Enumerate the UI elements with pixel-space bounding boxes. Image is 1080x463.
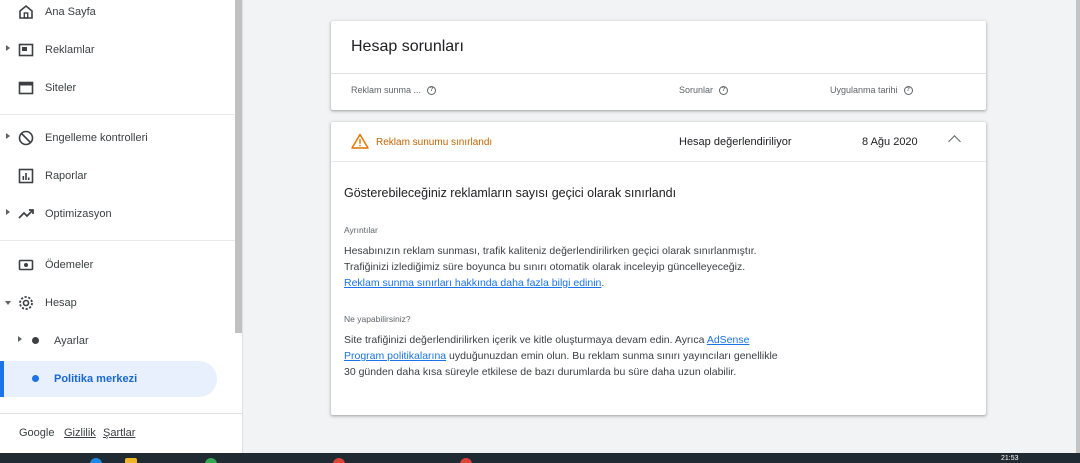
header-divider <box>331 73 986 74</box>
sidebar-divider <box>0 240 242 241</box>
sidebar-item-label: Politika merkezi <box>54 373 138 385</box>
column-header-label: Sorunlar <box>679 85 714 95</box>
taskbar-app-icon[interactable] <box>90 458 102 463</box>
page-scrollbar[interactable] <box>1076 0 1080 453</box>
bullet-icon <box>32 375 39 382</box>
sidebar-item-policy-center[interactable]: Politika merkezi <box>0 361 217 397</box>
column-header-label: Reklam sunma ... <box>351 85 422 95</box>
bullet-icon <box>32 337 39 344</box>
optimization-icon <box>18 209 34 219</box>
issue-title: Gösterebileceğiniz reklamların sayısı ge… <box>344 186 677 200</box>
expand-caret-icon[interactable] <box>6 45 10 51</box>
sidebar-item-label: Siteler <box>45 82 77 94</box>
column-header-ad-serving[interactable]: Reklam sunma ... ? <box>351 85 437 95</box>
details-suffix: . <box>601 277 605 289</box>
google-wordmark: Google <box>19 427 55 439</box>
sidebar-item-optimization[interactable]: Optimizasyon <box>0 196 242 232</box>
expand-caret-icon[interactable] <box>6 209 10 215</box>
sidebar-item-label: Reklamlar <box>45 44 95 56</box>
issue-date: 8 Ağu 2020 <box>862 136 918 148</box>
warning-icon <box>351 133 369 149</box>
column-header-enforcement-date[interactable]: Uygulanma tarihi ? <box>830 85 913 95</box>
issue-name: Hesap değerlendiriliyor <box>679 136 792 148</box>
sidebar-item-label: Engelleme kontrolleri <box>45 132 148 144</box>
taskbar-folder-icon[interactable] <box>125 458 137 463</box>
details-line: Hesabınızın reklam sunması, trafik kalit… <box>344 245 757 257</box>
sidebar-item-label: Ödemeler <box>45 259 94 271</box>
details-label: Ayrıntılar <box>344 225 378 235</box>
terms-link[interactable]: Şartlar <box>103 427 135 439</box>
payments-icon <box>18 259 34 271</box>
ads-icon <box>18 43 34 57</box>
collapse-caret-icon[interactable] <box>5 301 11 305</box>
os-taskbar: 21:53 <box>0 453 1080 463</box>
privacy-link[interactable]: Gizlilik <box>64 427 96 439</box>
sidebar-item-label: Ana Sayfa <box>45 6 96 18</box>
active-indicator <box>0 361 4 397</box>
column-header-label: Uygulanma tarihi <box>830 85 898 95</box>
help-icon[interactable]: ? <box>719 85 729 95</box>
reports-icon <box>18 168 34 184</box>
expand-caret-icon[interactable] <box>18 336 22 342</box>
sidebar-item-account[interactable]: Hesap <box>0 285 242 321</box>
sites-icon <box>18 81 34 95</box>
sidebar-item-reports[interactable]: Raporlar <box>0 158 242 194</box>
sidebar-item-label: Raporlar <box>45 170 88 182</box>
home-icon <box>19 4 33 19</box>
todo-text: Site trafiğinizi değerlendirilirken içer… <box>344 334 707 346</box>
block-icon <box>18 130 34 146</box>
taskbar-clock[interactable]: 21:53 <box>1001 455 1019 462</box>
sidebar-footer: Google Gizlilik Şartlar <box>0 413 242 453</box>
sidebar-item-blocking-controls[interactable]: Engelleme kontrolleri <box>0 120 242 156</box>
sidebar-item-sites[interactable]: Siteler <box>0 70 242 106</box>
help-icon[interactable]: ? <box>903 85 913 95</box>
issue-detail-card: Reklam sunumu sınırlandı Hesap değerlend… <box>331 122 986 415</box>
taskbar-app-icon[interactable] <box>333 458 345 463</box>
what-to-do-text: Site trafiğinizi değerlendirilirken içer… <box>344 332 789 380</box>
taskbar-app-icon[interactable] <box>205 458 217 463</box>
sidebar-item-ads[interactable]: Reklamlar <box>0 32 242 68</box>
column-header-issues[interactable]: Sorunlar ? <box>679 85 729 95</box>
sidebar: Ana Sayfa Reklamlar Siteler Engelleme ko… <box>0 0 243 453</box>
details-text: Hesabınızın reklam sunması, trafik kalit… <box>344 243 814 291</box>
issue-row[interactable]: Reklam sunumu sınırlandı Hesap değerlend… <box>331 122 986 162</box>
sidebar-item-home[interactable]: Ana Sayfa <box>0 0 242 30</box>
sidebar-item-label: Optimizasyon <box>45 208 112 220</box>
learn-more-link[interactable]: Reklam sunma sınırları hakkında daha faz… <box>344 277 601 289</box>
taskbar-app-icon[interactable] <box>460 458 472 463</box>
sidebar-divider <box>0 114 242 115</box>
expand-caret-icon[interactable] <box>6 133 10 139</box>
help-icon[interactable]: ? <box>427 85 437 95</box>
gear-icon <box>19 296 33 310</box>
issue-status: Reklam sunumu sınırlandı <box>376 137 493 148</box>
sidebar-item-settings[interactable]: Ayarlar <box>0 323 242 359</box>
details-line: Trafiğinizi izlediğimiz süre boyunca bu … <box>344 261 746 273</box>
account-issues-card: Hesap sorunları Reklam sunma ... ? Sorun… <box>331 21 986 110</box>
sidebar-item-label: Ayarlar <box>54 335 89 347</box>
page-title: Hesap sorunları <box>351 38 464 55</box>
what-to-do-label: Ne yapabilirsiniz? <box>344 314 411 324</box>
sidebar-item-payments[interactable]: Ödemeler <box>0 247 242 283</box>
sidebar-item-label: Hesap <box>45 297 77 309</box>
sidebar-scrollbar[interactable] <box>235 0 242 333</box>
chevron-up-icon[interactable] <box>948 135 961 148</box>
